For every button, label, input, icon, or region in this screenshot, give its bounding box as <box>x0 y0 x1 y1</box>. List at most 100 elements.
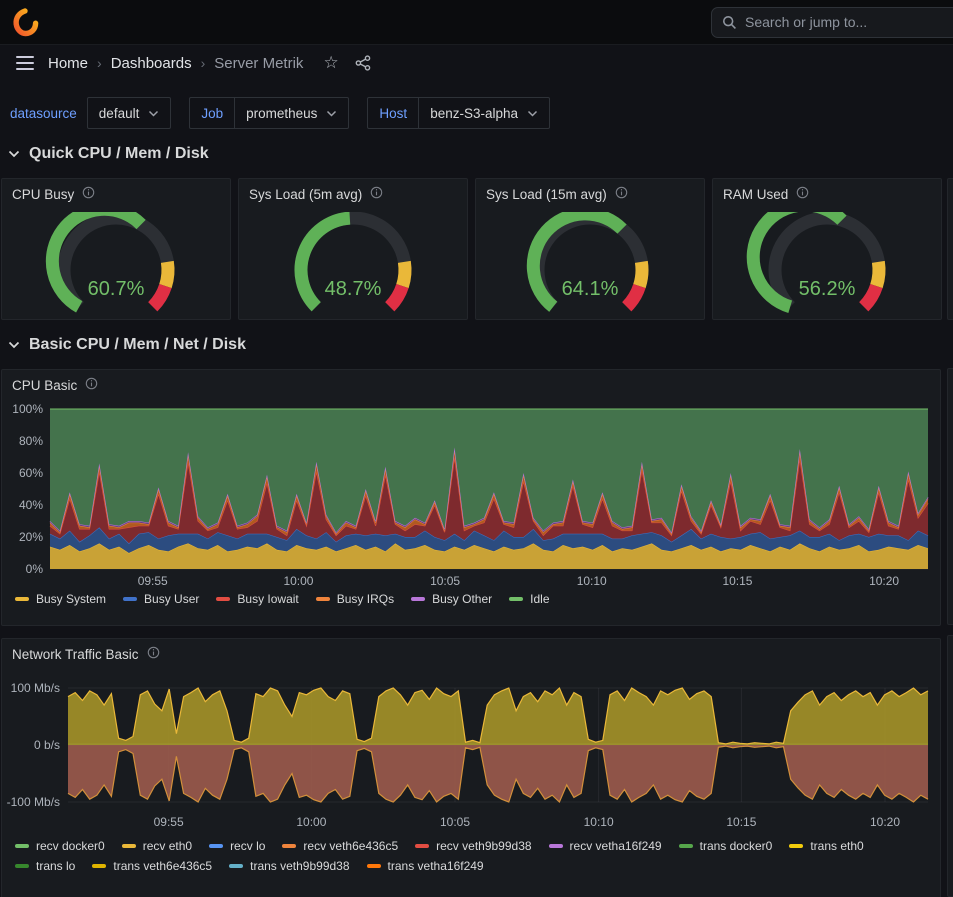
svg-text:100%: 100% <box>12 402 43 416</box>
legend-item[interactable]: Busy User <box>123 592 199 606</box>
legend-swatch <box>316 597 330 601</box>
panel-ram-used: RAM Used 56.2% <box>712 178 942 320</box>
dropdown-value: default <box>99 106 140 121</box>
legend-item[interactable]: Idle <box>509 592 549 606</box>
panel-header[interactable]: CPU Basic <box>2 370 940 393</box>
legend-label: trans lo <box>36 859 75 873</box>
row-toggle-basic-cpu[interactable]: Basic CPU / Mem / Net / Disk <box>8 333 953 357</box>
gauge-value: 60.7% <box>2 278 230 301</box>
legend-item[interactable]: Busy System <box>15 592 106 606</box>
panel-header[interactable]: Network Traffic Basic <box>2 639 940 662</box>
legend-label: Idle <box>530 592 549 606</box>
legend-swatch <box>679 844 693 848</box>
legend-swatch <box>411 597 425 601</box>
legend-label: trans veth6e436c5 <box>113 859 212 873</box>
legend-swatch <box>92 864 106 868</box>
panel-header[interactable]: CPU Busy <box>2 179 230 202</box>
panel-header[interactable]: Sys Load (15m avg) <box>476 179 704 202</box>
cut-off-panel <box>947 635 953 897</box>
svg-text:10:15: 10:15 <box>722 574 752 588</box>
svg-text:10:20: 10:20 <box>869 574 899 588</box>
network-traffic-chart[interactable]: 100 Mb/s0 b/s-100 Mb/s09:5510:0010:0510:… <box>4 664 934 836</box>
svg-text:0 b/s: 0 b/s <box>34 738 60 752</box>
legend-item[interactable]: recv docker0 <box>15 839 105 853</box>
share-icon[interactable] <box>355 55 371 71</box>
menu-toggle-icon[interactable] <box>12 52 38 74</box>
legend-swatch <box>415 844 429 848</box>
info-icon[interactable] <box>82 186 95 202</box>
legend-label: Busy User <box>144 592 199 606</box>
legend-item[interactable]: Busy IRQs <box>316 592 394 606</box>
legend-item[interactable]: recv veth9b99d38 <box>415 839 531 853</box>
svg-text:40%: 40% <box>19 498 43 512</box>
variable-datasource: datasource default <box>8 97 171 129</box>
legend-item[interactable]: trans veth9b99d38 <box>229 859 349 873</box>
breadcrumb-home[interactable]: Home <box>48 55 88 72</box>
grafana-logo-icon[interactable] <box>8 5 42 39</box>
section-title: Basic CPU / Mem / Net / Disk <box>29 336 246 354</box>
svg-text:10:05: 10:05 <box>430 574 460 588</box>
svg-text:09:55: 09:55 <box>154 815 184 829</box>
panel-sys-load-15m: Sys Load (15m avg) 64.1% <box>475 178 705 320</box>
dashboard-variables-row: datasource default Job prometheus Host b… <box>0 97 953 129</box>
legend-label: recv veth9b99d38 <box>436 839 531 853</box>
datasource-dropdown[interactable]: default <box>87 97 172 129</box>
gauge: 56.2% <box>713 202 941 319</box>
gauge-value: 64.1% <box>476 278 704 301</box>
legend-item[interactable]: recv lo <box>209 839 265 853</box>
info-icon[interactable] <box>796 186 809 202</box>
breadcrumb-bar: Home › Dashboards › Server Metrik ☆ <box>0 45 953 81</box>
breadcrumb-dashboards[interactable]: Dashboards <box>111 55 192 72</box>
panel-title: Network Traffic Basic <box>12 647 139 662</box>
legend-item[interactable]: Busy Other <box>411 592 492 606</box>
search-icon <box>722 15 737 30</box>
legend-item[interactable]: trans eth0 <box>789 839 863 853</box>
breadcrumb-separator: › <box>201 55 206 71</box>
legend-swatch <box>209 844 223 848</box>
svg-text:20%: 20% <box>19 530 43 544</box>
top-navbar: Search or jump to... <box>0 0 953 45</box>
legend-item[interactable]: trans docker0 <box>679 839 773 853</box>
svg-text:09:55: 09:55 <box>138 574 168 588</box>
info-icon[interactable] <box>147 646 160 662</box>
search-input[interactable]: Search or jump to... <box>711 7 953 38</box>
panel-title: Sys Load (15m avg) <box>486 187 607 202</box>
legend-swatch <box>123 597 137 601</box>
row-toggle-quick-cpu[interactable]: Quick CPU / Mem / Disk <box>8 142 953 166</box>
legend-swatch <box>15 864 29 868</box>
panel-header[interactable]: RAM Used <box>713 179 941 202</box>
info-icon[interactable] <box>85 377 98 393</box>
cpu-usage-chart[interactable]: 0%20%40%60%80%100%09:5510:0010:0510:1010… <box>4 395 934 589</box>
host-dropdown[interactable]: benz-S3-alpha <box>419 97 550 129</box>
legend-item[interactable]: Busy Iowait <box>216 592 298 606</box>
legend-swatch <box>15 844 29 848</box>
legend-swatch <box>549 844 563 848</box>
gauge: 48.7% <box>239 202 467 319</box>
panel-cpu-busy: CPU Busy 60.7% <box>1 178 231 320</box>
legend-swatch <box>509 597 523 601</box>
legend-item[interactable]: trans lo <box>15 859 75 873</box>
legend-swatch <box>229 864 243 868</box>
breadcrumb-current-dashboard: Server Metrik <box>214 55 303 72</box>
svg-text:-100 Mb/s: -100 Mb/s <box>7 795 60 809</box>
favorite-star-icon[interactable]: ☆ <box>323 53 338 73</box>
info-icon[interactable] <box>370 186 383 202</box>
legend-label: recv vetha16f249 <box>570 839 662 853</box>
panel-sys-load-5m: Sys Load (5m avg) 48.7% <box>238 178 468 320</box>
legend-swatch <box>367 864 381 868</box>
cut-off-panel <box>947 368 953 625</box>
legend-item[interactable]: trans vetha16f249 <box>367 859 484 873</box>
legend-item[interactable]: trans veth6e436c5 <box>92 859 212 873</box>
legend-item[interactable]: recv eth0 <box>122 839 192 853</box>
legend-item[interactable]: recv veth6e436c5 <box>282 839 398 853</box>
job-dropdown[interactable]: prometheus <box>235 97 349 129</box>
svg-text:10:20: 10:20 <box>870 815 900 829</box>
legend-label: Busy System <box>36 592 106 606</box>
variable-job: Job prometheus <box>189 97 349 129</box>
chevron-down-icon <box>8 150 20 158</box>
section-title: Quick CPU / Mem / Disk <box>29 145 209 163</box>
variable-host: Host benz-S3-alpha <box>367 97 550 129</box>
info-icon[interactable] <box>615 186 628 202</box>
panel-header[interactable]: Sys Load (5m avg) <box>239 179 467 202</box>
legend-item[interactable]: recv vetha16f249 <box>549 839 662 853</box>
